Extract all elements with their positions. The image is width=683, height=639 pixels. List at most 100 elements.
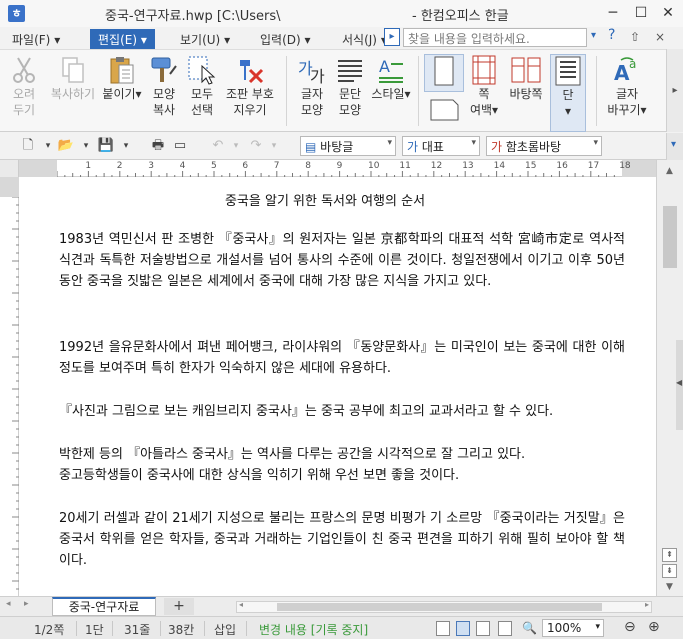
search-dropdown-icon[interactable]: ▾	[591, 30, 596, 41]
replace-char-label: 글자	[615, 87, 639, 101]
menu-edit[interactable]: 편집(E) ▾	[90, 29, 155, 49]
document-page[interactable]: 중국을 알기 위한 독서와 여행의 순서 1983년 역민신서 판 조병한 『중…	[19, 177, 656, 596]
scroll-left-arrow[interactable]: ◂	[239, 600, 243, 609]
chevron-down-icon: ▾	[471, 138, 476, 148]
zoom-combo[interactable]: 100% ▾	[542, 619, 604, 637]
font-combo[interactable]: 가 함초롬바탕 ▾	[486, 136, 602, 156]
scroll-down-arrow[interactable]: ▼	[661, 580, 678, 595]
zoom-out-icon[interactable]: ⊖	[624, 619, 636, 635]
window-app-name: - 한컴오피스 한글	[412, 9, 509, 24]
replace-char-button[interactable]: Aa 글자 바꾸기▾	[600, 54, 654, 128]
status-separator	[160, 621, 161, 636]
columns-dropdown-icon: ▾	[564, 104, 572, 118]
ruler-number: 17	[587, 161, 600, 171]
menu-insert[interactable]: 입력(D) ▾	[252, 29, 319, 49]
horizontal-scroll-thumb[interactable]	[277, 603, 602, 611]
doc-close-icon[interactable]: ×	[655, 30, 665, 44]
side-arrow-icon: ◀	[676, 378, 683, 387]
status-page[interactable]: 1/2쪽	[34, 621, 64, 638]
clear-marks-button[interactable]: 조판 부호 지우기	[222, 54, 278, 128]
status-track-changes[interactable]: 변경 내용 [기록 중지]	[259, 621, 368, 638]
vertical-scrollbar[interactable]: ▲ ◀ ⇞ ⇟ ▼	[656, 160, 683, 596]
menu-view[interactable]: 보기(U) ▾	[172, 29, 238, 49]
zoom-icon[interactable]: 🔍	[522, 621, 537, 635]
toolbar-more-button[interactable]: ▾	[666, 133, 683, 160]
view-web-icon[interactable]	[476, 621, 490, 636]
tab-next-icon[interactable]: ▸	[24, 599, 29, 609]
redo-dropdown-icon[interactable]: ▾	[264, 137, 284, 155]
style-button[interactable]: A 스타일▾	[370, 54, 412, 128]
ribbon-collapse-icon[interactable]: ⇧	[630, 30, 640, 44]
horizontal-scrollbar[interactable]: ◂ ▸	[236, 600, 652, 613]
vertical-ruler[interactable]	[0, 177, 19, 596]
add-tab-button[interactable]: +	[164, 598, 194, 615]
menu-search-input[interactable]: 찾을 내용을 입력하세요.	[403, 28, 587, 47]
page-landscape-button[interactable]	[424, 94, 464, 128]
minimize-button[interactable]: ─	[602, 3, 624, 23]
view-page-icon[interactable]	[456, 621, 470, 636]
save-dropdown-icon[interactable]: ▾	[116, 137, 136, 155]
close-button[interactable]: ✕	[657, 3, 679, 23]
select-all-button[interactable]: 모두 선택	[184, 54, 220, 128]
open-dropdown-icon[interactable]: ▾	[76, 137, 96, 155]
preview-icon[interactable]: ▭	[170, 137, 190, 155]
para-shape-icon	[338, 60, 362, 82]
document-paragraph: 중고등학생들이 중국사에 대한 상식을 익히기 위해 우선 보면 좋을 것이다.	[59, 468, 460, 483]
paste-icon	[110, 57, 134, 84]
cut-button[interactable]: 오려 두기	[4, 54, 44, 128]
scroll-thumb[interactable]	[663, 206, 677, 268]
status-insert-mode[interactable]: 삽입	[214, 621, 236, 638]
document-paragraph: 『사진과 그림으로 보는 캐임브리지 중국사』는 중국 공부에 최고의 교과서라…	[59, 404, 554, 419]
page-portrait-button[interactable]	[424, 54, 464, 92]
vertical-ruler-ticks	[12, 197, 19, 590]
page-up-button[interactable]: ⇞	[662, 548, 677, 562]
format-copy-button[interactable]: 모양 복사	[144, 54, 184, 128]
undo-dropdown-icon[interactable]: ▾	[226, 137, 246, 155]
horizontal-ruler[interactable]: 1 2 3 4 5 6 7 8 9 10 11 12 13 14 15 16 17 18	[0, 160, 666, 177]
undo-icon[interactable]: ↶	[208, 137, 228, 155]
copy-label: 복사하기	[50, 87, 96, 101]
document-paragraph: 1983년 역민신서 판 조병한 『중국사』의 원저자는 일본 京都학파의 대표…	[59, 232, 625, 289]
open-icon[interactable]: 📂	[56, 137, 76, 155]
status-separator	[246, 621, 247, 636]
ruler-corner[interactable]	[0, 160, 19, 177]
save-icon[interactable]: 💾	[96, 137, 116, 155]
new-doc-icon[interactable]: 🗋	[18, 137, 38, 155]
format-copy-label: 모양	[152, 87, 176, 101]
char-shape-button[interactable]: 가가 글자 모양	[292, 54, 332, 128]
new-doc-dropdown-icon[interactable]: ▾	[38, 137, 58, 155]
redo-icon[interactable]: ↷	[246, 137, 266, 155]
style-combo[interactable]: ▤ 바탕글 ▾	[300, 136, 396, 156]
view-normal-icon[interactable]	[436, 621, 450, 636]
replace-char-label-2: 바꾸기▾	[607, 103, 647, 117]
paste-button[interactable]: 붙이기▾	[102, 54, 142, 128]
maximize-button[interactable]: ☐	[630, 3, 652, 23]
standard-toolbar: 🗋 ▾ 📂 ▾ 💾 ▾ 🖶 ▭ ↶ ▾ ↷ ▾ ▤ 바탕글 ▾ 가 대표 ▾ 가…	[0, 133, 666, 160]
columns-button[interactable]: 단 ▾	[550, 54, 586, 132]
status-column: 1단	[85, 623, 104, 637]
side-panel-toggle[interactable]: ◀	[676, 340, 683, 430]
tab-prev-icon[interactable]: ◂	[6, 599, 11, 609]
hwp-app-icon[interactable]: ㅎ	[8, 5, 25, 22]
format-copy-label-2: 복사	[152, 103, 176, 117]
page-margin-button[interactable]: 쪽 여백▾	[466, 54, 502, 128]
view-double-icon[interactable]	[498, 621, 512, 636]
style-combo-icon: ▤	[305, 140, 317, 154]
title-bar: ㅎ 중국-연구자료.hwp [C:\Users\ - 한컴오피스 한글 ─ ☐ …	[0, 0, 683, 27]
print-icon[interactable]: 🖶	[148, 137, 168, 155]
copy-button[interactable]: 복사하기	[46, 54, 100, 128]
ribbon-expand-button[interactable]: ▸	[666, 49, 683, 132]
tab-document[interactable]: 중국-연구자료	[52, 597, 156, 616]
master-page-button[interactable]: 바탕쪽	[504, 54, 548, 128]
ruler-number: 6	[242, 161, 249, 171]
para-shape-button[interactable]: 문단 모양	[332, 54, 368, 128]
scroll-up-arrow[interactable]: ▲	[661, 164, 678, 179]
zoom-in-icon[interactable]: ⊕	[648, 619, 660, 635]
help-icon[interactable]: ?	[608, 27, 615, 43]
menu-file[interactable]: 파일(F) ▾	[4, 29, 68, 49]
page-down-button[interactable]: ⇟	[662, 564, 677, 578]
svg-text:A: A	[614, 61, 630, 85]
language-combo[interactable]: 가 대표 ▾	[402, 136, 480, 156]
menu-more-button[interactable]: ▸	[384, 28, 400, 46]
scroll-right-arrow[interactable]: ▸	[645, 600, 649, 609]
